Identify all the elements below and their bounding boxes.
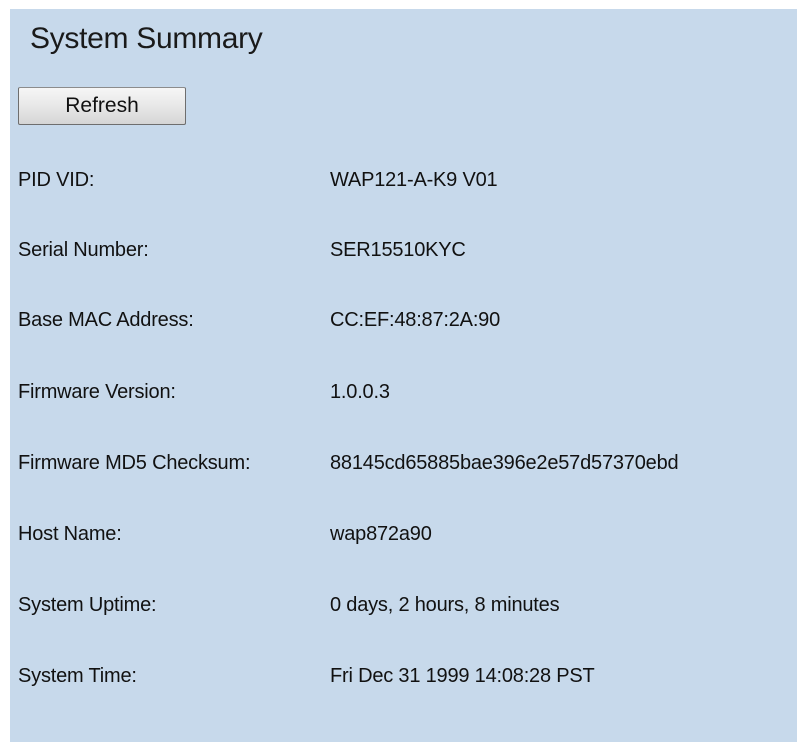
pid-vid-value: WAP121-A-K9 V01 [330, 169, 498, 191]
page-title: System Summary [30, 22, 263, 55]
summary-row-pid-vid: PID VID: WAP121-A-K9 V01 [18, 169, 797, 199]
firmware-md5-checksum-label: Firmware MD5 Checksum: [18, 452, 251, 474]
system-time-label: System Time: [18, 665, 137, 687]
summary-row-serial-number: Serial Number: SER15510KYC [18, 239, 797, 269]
base-mac-address-value: CC:EF:48:87:2A:90 [330, 309, 501, 331]
system-uptime-label: System Uptime: [18, 594, 157, 616]
refresh-button[interactable]: Refresh [18, 87, 186, 125]
firmware-version-value: 1.0.0.3 [330, 381, 390, 403]
serial-number-label: Serial Number: [18, 239, 149, 261]
summary-row-firmware-md5-checksum: Firmware MD5 Checksum: 88145cd65885bae39… [18, 452, 797, 482]
serial-number-value: SER15510KYC [330, 239, 466, 261]
system-time-value: Fri Dec 31 1999 14:08:28 PST [330, 665, 595, 687]
summary-row-firmware-version: Firmware Version: 1.0.0.3 [18, 381, 797, 411]
system-summary-panel: System Summary Refresh PID VID: WAP121-A… [10, 9, 797, 742]
summary-row-host-name: Host Name: wap872a90 [18, 523, 797, 553]
summary-row-system-uptime: System Uptime: 0 days, 2 hours, 8 minute… [18, 594, 797, 624]
pid-vid-label: PID VID: [18, 169, 95, 191]
summary-row-system-time: System Time: Fri Dec 31 1999 14:08:28 PS… [18, 665, 797, 695]
summary-row-base-mac-address: Base MAC Address: CC:EF:48:87:2A:90 [18, 309, 797, 339]
system-uptime-value: 0 days, 2 hours, 8 minutes [330, 594, 560, 616]
base-mac-address-label: Base MAC Address: [18, 309, 194, 331]
firmware-version-label: Firmware Version: [18, 381, 176, 403]
host-name-label: Host Name: [18, 523, 122, 545]
host-name-value: wap872a90 [330, 523, 432, 545]
firmware-md5-checksum-value: 88145cd65885bae396e2e57d57370ebd [330, 452, 679, 474]
